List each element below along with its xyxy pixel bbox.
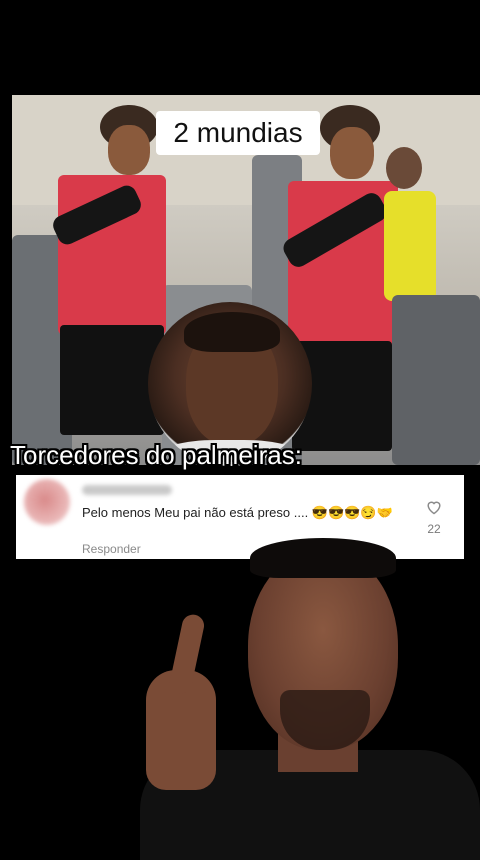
creator-video bbox=[140, 520, 480, 860]
inset-hair bbox=[184, 312, 280, 352]
heart-outline-icon bbox=[427, 501, 441, 515]
caption-label: 2 mundias bbox=[156, 111, 320, 155]
comment-text: Pelo menos Meu pai não está preso .... 😎… bbox=[82, 505, 393, 520]
top-black-bar bbox=[0, 0, 480, 95]
creator-hair bbox=[250, 538, 396, 578]
player-right-face bbox=[330, 127, 374, 179]
avatar[interactable] bbox=[24, 479, 70, 525]
overlay-title: Torcedores do palmeiras: bbox=[10, 440, 302, 470]
player-left-face bbox=[108, 125, 150, 175]
steward-head bbox=[386, 147, 422, 189]
caption-text: 2 mundias bbox=[173, 117, 303, 148]
reply-button[interactable]: Responder bbox=[82, 542, 141, 556]
seat-far-right bbox=[392, 295, 480, 465]
steward-vest bbox=[384, 191, 436, 301]
username-blurred bbox=[82, 485, 172, 495]
